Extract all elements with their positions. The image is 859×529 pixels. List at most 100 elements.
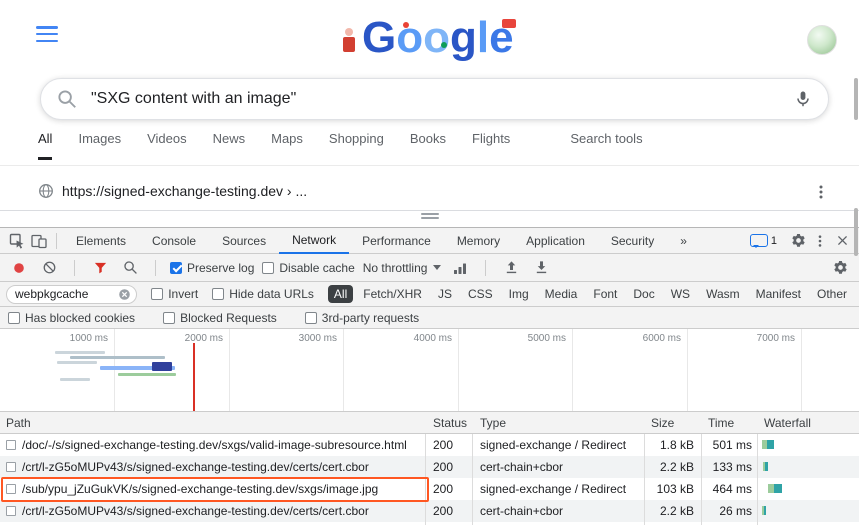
third-party-requests-checkbox[interactable]: 3rd-party requests (305, 311, 419, 325)
tab-shopping[interactable]: Shopping (329, 131, 384, 157)
tab-application[interactable]: Application (513, 228, 598, 254)
filter-pill-img[interactable]: Img (503, 285, 535, 303)
tab-memory[interactable]: Memory (444, 228, 513, 254)
row-checkbox[interactable] (6, 440, 16, 450)
filter-pill-fetch-xhr[interactable]: Fetch/XHR (357, 285, 428, 303)
request-path[interactable]: /sub/ypu_jZuGukVK/s/signed-exchange-test… (22, 478, 419, 500)
tab-console[interactable]: Console (139, 228, 209, 254)
filter-pill-wasm[interactable]: Wasm (700, 285, 746, 303)
preserve-log-label: Preserve log (187, 261, 254, 275)
filter-pill-doc[interactable]: Doc (627, 285, 660, 303)
close-devtools-icon[interactable] (831, 231, 853, 251)
import-har-icon[interactable] (500, 258, 522, 278)
throttling-dropdown[interactable]: No throttling (363, 261, 442, 275)
request-type: signed-exchange / Redirect (480, 478, 640, 500)
tab-news[interactable]: News (213, 131, 246, 157)
filter-pill-other[interactable]: Other (811, 285, 853, 303)
network-conditions-icon[interactable] (449, 258, 471, 278)
device-toolbar-icon[interactable] (28, 231, 50, 251)
tab-sources[interactable]: Sources (209, 228, 279, 254)
filter-funnel-icon[interactable] (89, 258, 111, 278)
tab-all[interactable]: All (38, 131, 52, 160)
export-har-icon[interactable] (530, 258, 552, 278)
menu-icon[interactable] (36, 26, 58, 42)
request-path[interactable]: /crt/l-zG5oMUPv43/s/signed-exchange-test… (22, 500, 419, 522)
tabs-divider (0, 165, 859, 166)
console-messages-badge[interactable]: 1 (750, 234, 777, 247)
request-status: 200 (433, 478, 469, 500)
search-tools-button[interactable]: Search tools (570, 131, 642, 157)
blocked-cookies-checkbox[interactable]: Has blocked cookies (8, 311, 135, 325)
profile-avatar[interactable] (807, 25, 837, 55)
search-query[interactable]: "SXG content with an image" (91, 90, 794, 108)
network-settings-gear-icon[interactable] (829, 258, 851, 278)
tab-videos[interactable]: Videos (147, 131, 187, 157)
tab-network[interactable]: Network (279, 228, 349, 254)
row-checkbox[interactable] (6, 506, 16, 516)
row-checkbox[interactable] (6, 462, 16, 472)
preserve-log-checkbox[interactable]: Preserve log (170, 261, 254, 275)
more-tabs-icon[interactable]: » (667, 228, 700, 254)
network-toolbar: Preserve log Disable cache No throttling (0, 254, 859, 282)
request-path[interactable]: /doc/-/s/signed-exchange-testing.dev/sxg… (22, 434, 419, 456)
filter-pill-all[interactable]: All (328, 285, 353, 303)
filter-pill-font[interactable]: Font (587, 285, 623, 303)
filter-pill-manifest[interactable]: Manifest (750, 285, 807, 303)
speech-bubble-icon (750, 234, 768, 247)
record-network-log-icon[interactable] (8, 258, 30, 278)
request-size: 1.8 kB (645, 434, 694, 456)
tab-images[interactable]: Images (78, 131, 121, 157)
clear-network-log-icon[interactable] (38, 258, 60, 278)
request-path[interactable]: /crt/l-zG5oMUPv43/s/signed-exchange-test… (22, 456, 419, 478)
toolbar-separator (155, 260, 156, 276)
row-checkbox[interactable] (6, 484, 16, 494)
scrollbar-thumb[interactable] (854, 208, 858, 256)
invert-checkbox[interactable]: Invert (151, 287, 198, 301)
search-network-icon[interactable] (119, 258, 141, 278)
google-doodle-logo[interactable]: Google (340, 5, 520, 67)
disable-cache-checkbox[interactable]: Disable cache (262, 261, 354, 275)
search-result[interactable]: https://signed-exchange-testing.dev › ..… (38, 183, 307, 199)
header-waterfall[interactable]: Waterfall (764, 412, 811, 434)
header-status[interactable]: Status (433, 412, 467, 434)
checkbox-unchecked (262, 262, 274, 274)
network-filter-input[interactable]: webpkgcache (6, 285, 137, 304)
invert-label: Invert (168, 287, 198, 301)
search-box[interactable]: "SXG content with an image" (40, 78, 829, 120)
tab-books[interactable]: Books (410, 131, 446, 157)
network-request-row-highlighted[interactable]: /sub/ypu_jZuGukVK/s/signed-exchange-test… (0, 478, 859, 500)
network-overview-timeline[interactable]: 1000 ms 2000 ms 3000 ms 4000 ms 5000 ms … (0, 329, 859, 412)
devtools-menu-icon[interactable] (809, 231, 831, 251)
header-time[interactable]: Time (708, 412, 734, 434)
checkbox-unchecked (8, 312, 20, 324)
splitter-handle[interactable] (421, 213, 439, 219)
header-type[interactable]: Type (480, 412, 506, 434)
header-path[interactable]: Path (6, 412, 31, 434)
filter-text: webpkgcache (15, 287, 88, 301)
microphone-icon[interactable] (794, 90, 812, 108)
filter-pill-js[interactable]: JS (432, 285, 458, 303)
blocked-requests-checkbox[interactable]: Blocked Requests (163, 311, 277, 325)
tab-elements[interactable]: Elements (63, 228, 139, 254)
tab-maps[interactable]: Maps (271, 131, 303, 157)
hide-data-urls-checkbox[interactable]: Hide data URLs (212, 287, 314, 301)
devtools-settings-gear-icon[interactable] (787, 231, 809, 251)
filter-pill-css[interactable]: CSS (462, 285, 499, 303)
scrollbar-thumb[interactable] (854, 78, 858, 120)
tab-performance[interactable]: Performance (349, 228, 444, 254)
inspect-element-icon[interactable] (6, 231, 28, 251)
header-size[interactable]: Size (651, 412, 674, 434)
result-breadcrumb[interactable]: https://signed-exchange-testing.dev › ..… (62, 183, 307, 199)
request-waterfall (758, 456, 859, 478)
request-status: 200 (433, 456, 469, 478)
network-request-row[interactable]: /crt/l-zG5oMUPv43/s/signed-exchange-test… (0, 500, 859, 522)
result-menu-icon[interactable] (813, 184, 829, 200)
network-request-row[interactable]: /crt/l-zG5oMUPv43/s/signed-exchange-test… (0, 456, 859, 478)
filter-pill-media[interactable]: Media (539, 285, 584, 303)
tab-security[interactable]: Security (598, 228, 667, 254)
network-request-row[interactable]: /doc/-/s/signed-exchange-testing.dev/sxg… (0, 434, 859, 456)
request-status: 200 (433, 434, 469, 456)
tab-flights[interactable]: Flights (472, 131, 510, 157)
clear-filter-icon[interactable] (118, 288, 131, 301)
filter-pill-ws[interactable]: WS (665, 285, 696, 303)
